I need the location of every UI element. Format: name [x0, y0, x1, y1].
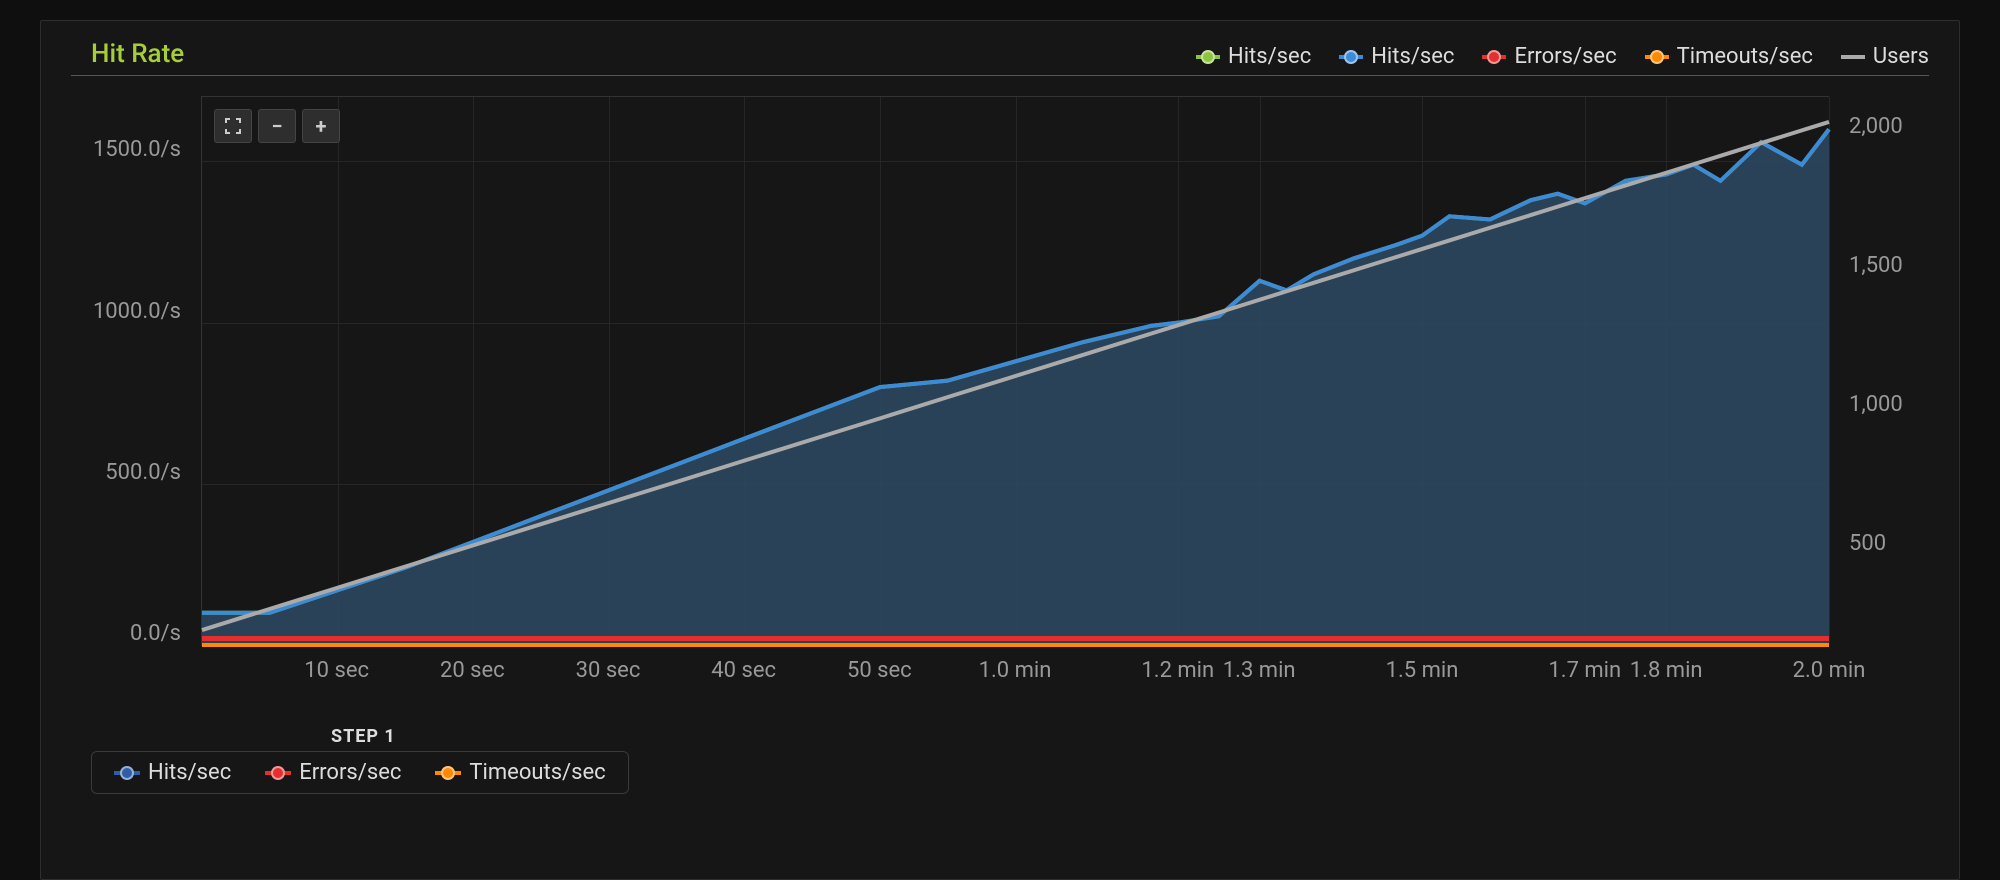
legend-top: Hits/sec Hits/sec Errors/sec Timeouts/sec Us… [1196, 44, 1929, 69]
legend-label: Hits/sec [1228, 44, 1311, 69]
y-tick-right: 2,000 [1849, 114, 1929, 139]
x-tick: 1.3 min [1223, 658, 1296, 683]
x-tick: 1.5 min [1386, 658, 1459, 683]
legend-item[interactable]: Timeouts/sec [1645, 44, 1813, 69]
dot-line-icon [435, 771, 461, 775]
plus-icon: + [316, 114, 327, 138]
x-tick: 1.8 min [1630, 658, 1703, 683]
line-icon [1841, 55, 1865, 59]
dot-line-icon [114, 771, 140, 775]
legend-item[interactable]: Hits/sec [1339, 44, 1454, 69]
x-tick: 30 sec [576, 658, 641, 683]
x-tick: 1.2 min [1141, 658, 1214, 683]
legend-label: Timeouts/sec [469, 760, 605, 785]
y-tick-left: 500.0/s [71, 460, 181, 485]
legend-item[interactable]: Hits/sec [1196, 44, 1311, 69]
step-legend-item[interactable]: Hits/sec [114, 760, 231, 785]
legend-label: Hits/sec [1371, 44, 1454, 69]
legend-label: Users [1873, 44, 1929, 69]
step-legend-item[interactable]: Errors/sec [265, 760, 401, 785]
y-axis-left: 1500.0/s 1000.0/s 500.0/s 0.0/s [71, 137, 191, 646]
chart-series [202, 97, 1829, 645]
step-legend-item[interactable]: Timeouts/sec [435, 760, 605, 785]
dot-line-icon [1482, 55, 1506, 59]
chart-title: Hit Rate [71, 39, 184, 69]
step-heading: STEP 1 [331, 726, 1929, 747]
dot-line-icon [1339, 55, 1363, 59]
x-tick: 50 sec [847, 658, 912, 683]
step-legend-section: STEP 1 Hits/sec Errors/sec Timeouts/sec [71, 726, 1929, 794]
y-tick-left: 1500.0/s [71, 137, 181, 162]
legend-label: Hits/sec [148, 760, 231, 785]
x-tick: 2.0 min [1793, 658, 1866, 683]
y-tick-right: 1,500 [1849, 253, 1929, 278]
zoom-in-button[interactable]: + [302, 109, 340, 143]
x-tick: 40 sec [711, 658, 776, 683]
zoom-out-button[interactable]: − [258, 109, 296, 143]
y-axis-right: 2,000 1,500 1,000 500 [1839, 114, 1929, 557]
chart-toolbar: − + [214, 109, 340, 143]
step-legend: Hits/sec Errors/sec Timeouts/sec [91, 751, 629, 794]
legend-label: Errors/sec [299, 760, 401, 785]
chart-header: Hit Rate Hits/sec Hits/sec Errors/sec Timeo… [71, 39, 1929, 76]
x-axis: 10 sec 20 sec 30 sec 40 sec 50 sec 1.0 min 1.2… [201, 650, 1829, 686]
y-tick-right: 500 [1849, 531, 1929, 556]
x-tick: 1.0 min [979, 658, 1052, 683]
dot-line-icon [1645, 55, 1669, 59]
legend-label: Errors/sec [1514, 44, 1616, 69]
plot-area[interactable]: − + [201, 96, 1829, 646]
dot-line-icon [265, 771, 291, 775]
legend-label: Timeouts/sec [1677, 44, 1813, 69]
legend-item[interactable]: Users [1841, 44, 1929, 69]
x-tick: 10 sec [304, 658, 369, 683]
minus-icon: − [271, 114, 282, 138]
legend-item[interactable]: Errors/sec [1482, 44, 1616, 69]
plot-area-wrapper: 1500.0/s 1000.0/s 500.0/s 0.0/s 2,000 1,500 1… [71, 96, 1929, 686]
x-tick: 20 sec [440, 658, 505, 683]
y-tick-left: 1000.0/s [71, 299, 181, 324]
dot-line-icon [1196, 55, 1220, 59]
y-tick-right: 1,000 [1849, 392, 1929, 417]
hit-rate-panel: Hit Rate Hits/sec Hits/sec Errors/sec Timeo… [40, 20, 1960, 880]
x-tick: 1.7 min [1548, 658, 1621, 683]
fullscreen-icon [225, 118, 241, 134]
fullscreen-button[interactable] [214, 109, 252, 143]
y-tick-left: 0.0/s [71, 621, 181, 646]
gridline [1829, 97, 1830, 645]
